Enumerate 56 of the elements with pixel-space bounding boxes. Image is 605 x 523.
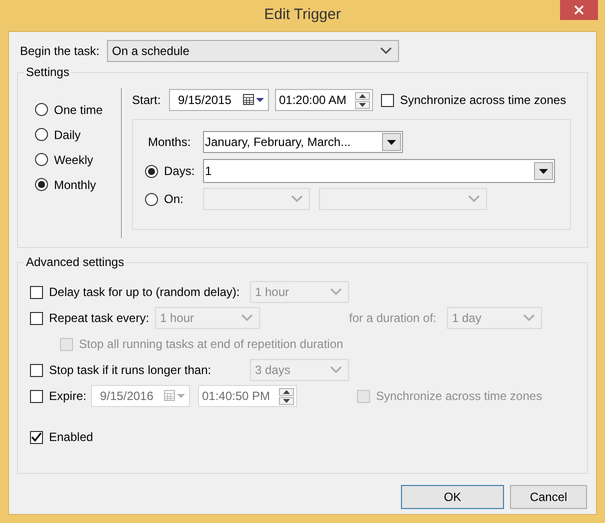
radio-label[interactable]: One time	[54, 100, 103, 118]
radio-label[interactable]: Weekly	[54, 150, 94, 168]
checkbox[interactable]	[30, 312, 43, 324]
chevron-icon	[330, 366, 342, 374]
checkbox[interactable]	[30, 430, 43, 444]
radio-label[interactable]: On:	[164, 190, 203, 208]
radio-label[interactable]: Monthly	[54, 176, 96, 194]
spin-buttons-icon[interactable]	[355, 92, 370, 108]
checkbox[interactable]	[30, 364, 43, 376]
date-field[interactable]: 9/15/2016	[91, 385, 190, 407]
dropdown[interactable]: January, February, March...	[203, 131, 403, 153]
chevron-icon	[241, 314, 253, 322]
ok-button[interactable]: OK	[401, 485, 504, 509]
date-field[interactable]: 9/15/2015	[169, 89, 269, 111]
field-label: Begin the task:	[20, 43, 100, 60]
checkbox-label[interactable]: Delay task for up to (random delay):	[49, 283, 250, 301]
checkbox[interactable]	[30, 390, 43, 402]
radio-label[interactable]: Days:	[164, 162, 203, 180]
calendar-icon[interactable]	[243, 94, 265, 106]
radio-button[interactable]	[35, 178, 48, 191]
close-button[interactable]	[560, 0, 598, 20]
radio-button[interactable]	[35, 128, 48, 141]
spin-buttons-icon[interactable]	[279, 388, 294, 404]
time-field[interactable]: 01:40:50 PM	[198, 385, 297, 407]
chevron-icon	[468, 195, 480, 203]
chevron-icon	[380, 47, 392, 55]
group-title: Settings	[24, 64, 72, 80]
checkbox[interactable]	[30, 286, 43, 298]
checkbox-label: Stop all running tasks at end of repetition duration	[79, 336, 344, 353]
radio-button[interactable]	[145, 192, 158, 206]
checkbox-label[interactable]: Repeat task every:	[49, 309, 155, 327]
field-label: Start:	[132, 92, 162, 109]
field-label: for a duration of:	[349, 310, 438, 327]
field-label: Months:	[147, 134, 192, 151]
time-field[interactable]: 01:20:00 AM	[275, 89, 373, 111]
checkbox[interactable]	[381, 94, 394, 106]
chevron-icon	[523, 314, 535, 322]
chevron-icon	[291, 195, 303, 203]
radio-button[interactable]	[145, 164, 158, 178]
group-title: Advanced settings	[24, 254, 126, 270]
dropdown[interactable]: On a schedule	[107, 40, 399, 62]
close-icon	[574, 5, 584, 15]
window-title: Edit Trigger	[264, 5, 341, 26]
caret-icon	[387, 140, 396, 144]
checkbox-label[interactable]: Synchronize across time zones	[400, 91, 566, 109]
checkbox-label: Synchronize across time zones	[376, 388, 542, 405]
radio-label[interactable]: Daily	[54, 126, 81, 144]
chevron-icon	[330, 288, 342, 296]
checkbox-label[interactable]: Stop task if it runs longer than:	[49, 361, 250, 379]
checkbox-label[interactable]: Enabled	[49, 428, 94, 446]
checkbox-label[interactable]: Expire:	[49, 387, 91, 405]
dropdown[interactable]: 1	[203, 159, 555, 183]
radio-button[interactable]	[35, 153, 48, 166]
cancel-button[interactable]: Cancel	[510, 485, 587, 509]
caret-icon	[539, 168, 548, 174]
radio-button[interactable]	[35, 103, 48, 116]
